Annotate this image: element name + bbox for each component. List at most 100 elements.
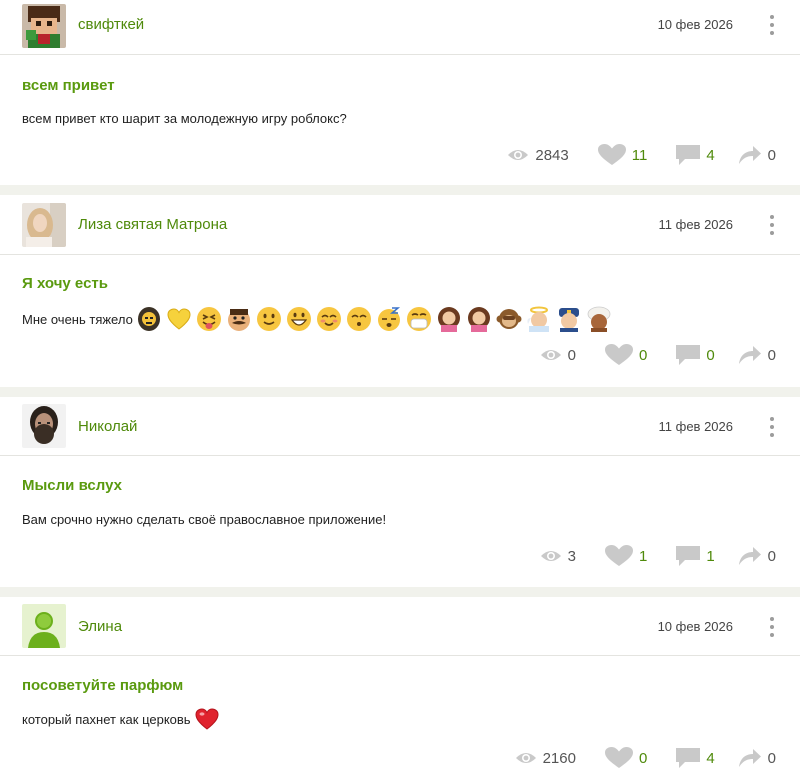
username[interactable]: Лиза святая Матрона xyxy=(78,216,227,233)
share-button[interactable]: 0 xyxy=(738,145,776,165)
heart-icon xyxy=(604,545,633,566)
comments-count: 1 xyxy=(706,547,715,565)
share-button[interactable]: 0 xyxy=(738,748,776,768)
avatar[interactable] xyxy=(22,203,66,247)
post-date: 10 фев 2026 xyxy=(657,17,733,32)
eye-icon xyxy=(508,150,529,160)
post-separator xyxy=(0,387,800,397)
post-text: Вам срочно нужно сделать своё православн… xyxy=(22,512,387,527)
comment-icon xyxy=(676,345,701,365)
default-user-avatar-icon xyxy=(22,604,66,648)
post-stats: 0 0 0 0 xyxy=(540,343,776,367)
share-arrow-icon xyxy=(738,749,761,767)
yellow-heart-emoji-icon xyxy=(166,306,192,332)
post-card: Лиза святая Матрона 11 фев 2026 Я хочу е… xyxy=(0,195,800,385)
mask-emoji-icon xyxy=(406,306,432,332)
like-button[interactable]: 0 xyxy=(604,344,648,366)
share-arrow-icon xyxy=(738,547,761,565)
eye-icon xyxy=(540,551,561,561)
avatar[interactable] xyxy=(22,604,66,648)
mustache-face-emoji-icon xyxy=(226,306,252,332)
post-stats: 2843 11 4 0 xyxy=(507,143,776,167)
post-date: 11 фев 2026 xyxy=(658,419,733,434)
username[interactable]: свифткей xyxy=(78,16,144,33)
post-header: Лиза святая Матрона 11 фев 2026 xyxy=(0,195,800,255)
post-header: свифткей 10 фев 2026 xyxy=(0,0,800,55)
post-card: свифткей 10 фев 2026 всем привет всем пр… xyxy=(0,0,800,183)
username[interactable]: Николай xyxy=(78,418,137,435)
turban-emoji-icon xyxy=(586,306,612,332)
post-title[interactable]: Мысли вслух xyxy=(22,477,122,494)
views-count: 2160 xyxy=(542,749,576,767)
post-separator xyxy=(0,587,800,597)
comment-button[interactable]: 4 xyxy=(676,747,715,769)
red-heart-emoji-icon xyxy=(194,706,220,732)
like-button[interactable]: 11 xyxy=(597,144,648,166)
post-title[interactable]: посоветуйте парфюм xyxy=(22,677,183,694)
comment-button[interactable]: 0 xyxy=(676,344,715,366)
girl-emoji-icon xyxy=(466,306,492,332)
share-button[interactable]: 0 xyxy=(738,345,776,365)
person-emoji-icon xyxy=(136,306,162,332)
shares-count: 0 xyxy=(767,146,776,164)
post-date: 10 фев 2026 xyxy=(657,619,733,634)
post-card: Элина 10 фев 2026 посоветуйте парфюм кот… xyxy=(0,597,800,775)
shares-count: 0 xyxy=(767,547,776,565)
views-stat: 2843 xyxy=(507,146,569,164)
comment-button[interactable]: 1 xyxy=(676,545,715,567)
views-stat: 0 xyxy=(540,347,576,364)
username[interactable]: Элина xyxy=(78,618,122,635)
share-arrow-icon xyxy=(738,146,761,164)
more-menu-icon[interactable] xyxy=(766,14,778,36)
more-menu-icon[interactable] xyxy=(766,214,778,236)
tongue-face-emoji-icon xyxy=(196,306,222,332)
pixel-character-avatar-icon xyxy=(22,4,66,48)
police-emoji-icon xyxy=(556,306,582,332)
blush-emoji-icon xyxy=(316,306,342,332)
heart-icon xyxy=(604,747,633,768)
like-button[interactable]: 1 xyxy=(604,545,647,567)
post-title[interactable]: всем привет xyxy=(22,77,115,94)
views-count: 3 xyxy=(567,547,576,565)
post-title[interactable]: Я хочу есть xyxy=(22,275,108,292)
post-stats: 3 1 1 0 xyxy=(540,544,776,568)
comment-icon xyxy=(676,748,701,768)
post-text: Мне очень тяжело xyxy=(22,311,133,327)
sleepy-emoji-icon xyxy=(376,306,402,332)
smile-emoji-icon xyxy=(256,306,282,332)
post-text: который пахнет как церковь xyxy=(22,711,191,727)
share-arrow-icon xyxy=(738,346,761,364)
shares-count: 0 xyxy=(767,749,776,767)
grin-emoji-icon xyxy=(286,306,312,332)
angel-emoji-icon xyxy=(526,306,552,332)
post-card: Николай 11 фев 2026 Мысли вслух Вам сроч… xyxy=(0,397,800,585)
post-text-line: который пахнет как церковь xyxy=(22,703,220,735)
more-menu-icon[interactable] xyxy=(766,616,778,638)
views-count: 2843 xyxy=(535,146,569,164)
monkey-emoji-icon xyxy=(496,306,522,332)
shares-count: 0 xyxy=(767,346,776,364)
comment-button[interactable]: 4 xyxy=(676,144,715,166)
share-button[interactable]: 0 xyxy=(738,546,776,566)
heart-icon xyxy=(597,144,626,165)
post-text: всем привет кто шарит за молодежную игру… xyxy=(22,111,347,126)
views-count: 0 xyxy=(567,346,576,364)
avatar[interactable] xyxy=(22,404,66,448)
comments-count: 0 xyxy=(706,346,715,364)
post-date: 11 фев 2026 xyxy=(658,217,733,232)
kiss-emoji-icon xyxy=(346,306,372,332)
comment-icon xyxy=(676,145,701,165)
likes-count: 0 xyxy=(638,346,648,364)
post-header: Элина 10 фев 2026 xyxy=(0,597,800,656)
more-menu-icon[interactable] xyxy=(766,416,778,438)
eye-icon xyxy=(540,350,561,360)
likes-count: 0 xyxy=(638,749,648,767)
views-stat: 2160 xyxy=(515,750,576,767)
avatar[interactable] xyxy=(22,4,66,48)
post-header: Николай 11 фев 2026 xyxy=(0,397,800,456)
bearded-man-avatar-icon xyxy=(22,404,66,448)
like-button[interactable]: 0 xyxy=(604,747,648,769)
likes-count: 11 xyxy=(631,146,648,164)
post-stats: 2160 0 4 0 xyxy=(515,746,776,770)
photo-avatar-icon xyxy=(22,203,66,247)
